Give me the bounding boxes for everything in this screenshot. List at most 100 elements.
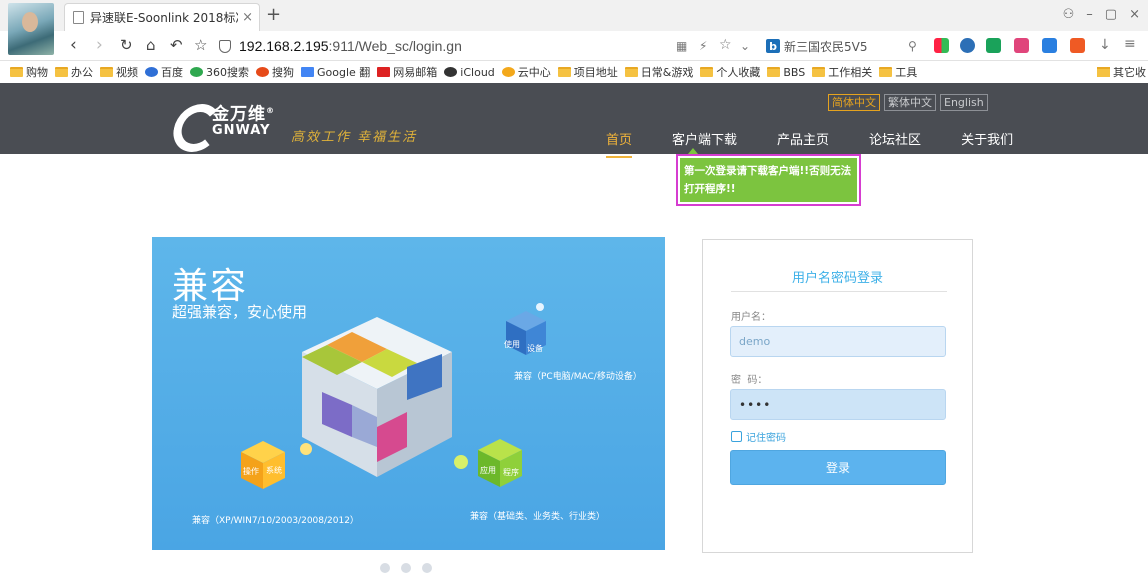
forward-icon[interactable]: › bbox=[96, 35, 103, 55]
carousel-dot[interactable] bbox=[401, 563, 411, 573]
login-title: 用户名密码登录 bbox=[791, 271, 883, 286]
decor-dot bbox=[536, 303, 544, 311]
bookmark-item[interactable]: 项目地址 bbox=[557, 64, 618, 80]
extension-s-icon[interactable] bbox=[960, 38, 975, 53]
remember-password-label: 记住密码 bbox=[746, 433, 786, 444]
nav-product-home[interactable]: 产品主页 bbox=[777, 129, 829, 148]
bookmark-item[interactable]: 购物 bbox=[10, 64, 48, 80]
maximize-button[interactable]: ▢ bbox=[1105, 7, 1117, 22]
lang-english[interactable]: English bbox=[940, 94, 988, 111]
bookmark-item[interactable]: BBS bbox=[767, 66, 805, 79]
tab-close-icon[interactable]: × bbox=[242, 10, 253, 25]
download-icon[interactable]: ↓ bbox=[1099, 37, 1111, 53]
bookmark-item[interactable]: 视频 bbox=[100, 64, 138, 80]
registered-mark: ® bbox=[266, 106, 275, 115]
favorite-icon[interactable]: ☆ bbox=[719, 37, 732, 53]
window-controls: ⚇ – ▢ × bbox=[1063, 7, 1140, 22]
reload-icon[interactable]: ↻ bbox=[120, 35, 133, 55]
bookmark-item[interactable]: iCloud bbox=[444, 66, 495, 79]
carousel-dot[interactable] bbox=[422, 563, 432, 573]
bookmark-item[interactable]: 工作相关 bbox=[812, 64, 872, 80]
username-input[interactable]: demo bbox=[730, 326, 946, 357]
logo-en-text: GNWAY bbox=[212, 122, 271, 138]
new-tab-button[interactable]: + bbox=[266, 6, 281, 24]
bookmarks-bar: 购物 办公 视频 百度 360搜索 搜狗 Google 翻 网易邮箱 iClou… bbox=[0, 61, 1148, 83]
nav-home[interactable]: 首页 bbox=[606, 129, 633, 158]
home-icon[interactable]: ⌂ bbox=[146, 35, 156, 55]
lang-simplified-chinese[interactable]: 简体中文 bbox=[828, 94, 880, 111]
app-cube-caption: 兼容（基础类、业务类、行业类） bbox=[470, 512, 606, 522]
search-text: 新三国农民5V5 bbox=[784, 39, 868, 54]
minimize-button[interactable]: – bbox=[1086, 7, 1093, 22]
bookmark-item[interactable]: 个人收藏 bbox=[700, 64, 760, 80]
star-icon[interactable]: ☆ bbox=[194, 35, 207, 55]
device-cube-caption: 兼容（PC电脑/MAC/移动设备） bbox=[514, 372, 642, 382]
slogan: 高效工作 幸福生活 bbox=[291, 130, 418, 145]
extension-hui-icon[interactable] bbox=[1070, 38, 1085, 53]
site-header: 金万维® GNWAY 高效工作 幸福生活 简体中文 繁体中文 English 首… bbox=[0, 83, 1148, 158]
chevron-down-icon[interactable]: ⌄ bbox=[740, 39, 750, 53]
os-cube-label-2: 系统 bbox=[266, 466, 282, 475]
bookmark-item[interactable]: 云中心 bbox=[501, 64, 551, 80]
tab-title: 异速联E-Soonlink 2018标准版 bbox=[90, 11, 238, 25]
checkbox-icon bbox=[731, 431, 742, 442]
carousel-dot[interactable] bbox=[380, 563, 390, 573]
os-cube-label-1: 操作 bbox=[243, 467, 259, 476]
skin-icon[interactable]: ⚇ bbox=[1063, 7, 1075, 22]
carousel-pagination bbox=[380, 563, 432, 573]
lightning-icon[interactable]: ⚡ bbox=[699, 39, 707, 53]
os-cube-caption: 兼容（XP/WIN7/10/2003/2008/2012） bbox=[192, 516, 359, 526]
gnway-logo-icon bbox=[172, 104, 206, 136]
bookmark-item[interactable]: 工具 bbox=[879, 64, 917, 80]
search-box[interactable]: b 新三国农民5V5 bbox=[766, 36, 922, 56]
back-icon[interactable]: ‹ bbox=[70, 35, 77, 55]
security-shield-icon bbox=[219, 39, 231, 53]
bookmark-item[interactable]: 百度 bbox=[145, 64, 183, 80]
bookmark-item[interactable]: 360搜索 bbox=[190, 64, 249, 80]
apps-grid-icon[interactable] bbox=[934, 38, 949, 53]
page-icon bbox=[73, 11, 84, 24]
user-avatar[interactable] bbox=[8, 3, 54, 55]
address-bar-row: ‹ › ↻ ⌂ ↶ ☆ 192.168.2.195:911/Web_sc/log… bbox=[0, 31, 1148, 61]
password-label: 密 码： bbox=[731, 375, 768, 386]
password-input[interactable]: •••• bbox=[730, 389, 946, 420]
extension-pen-icon[interactable] bbox=[1042, 38, 1057, 53]
login-button[interactable]: 登录 bbox=[730, 450, 946, 485]
rubik-cube-illustration bbox=[302, 317, 452, 477]
gnway-logo[interactable]: 金万维® GNWAY bbox=[172, 103, 275, 138]
url-text: 192.168.2.195:911/Web_sc/login.gn bbox=[239, 38, 462, 54]
nav-forum[interactable]: 论坛社区 bbox=[869, 129, 921, 148]
banner-subtitle: 超强兼容，安心使用 bbox=[172, 303, 308, 321]
browser-tab-strip: 异速联E-Soonlink 2018标准版 × + ⚇ – ▢ × bbox=[0, 0, 1148, 31]
device-cube-label-1: 使用 bbox=[504, 340, 520, 349]
nav-client-download[interactable]: 客户端下载 bbox=[672, 129, 737, 148]
undo-icon[interactable]: ↶ bbox=[170, 35, 183, 55]
search-icon[interactable]: ⚲ bbox=[908, 39, 917, 53]
lang-traditional-chinese[interactable]: 繁体中文 bbox=[884, 94, 936, 111]
decor-dot bbox=[454, 455, 468, 469]
bookmark-item[interactable]: Google 翻 bbox=[301, 64, 370, 80]
login-panel: 用户名密码登录 用户名： demo 密 码： •••• 记住密码 登录 bbox=[702, 239, 973, 553]
decor-dot bbox=[300, 443, 312, 455]
app-cube-label-1: 应用 bbox=[480, 466, 496, 475]
bookmark-other-folder[interactable]: 其它收 bbox=[1097, 61, 1148, 83]
bookmark-item[interactable]: 日常&游戏 bbox=[624, 64, 693, 80]
remember-password-checkbox[interactable]: 记住密码 bbox=[731, 429, 786, 444]
language-switcher: 简体中文 繁体中文 English bbox=[828, 94, 988, 111]
device-cube-label-2: 设备 bbox=[527, 344, 543, 353]
download-tooltip-text: 第一次登录请下载客户端!!否则无法打开程序!! bbox=[680, 158, 857, 202]
close-window-button[interactable]: × bbox=[1129, 7, 1140, 22]
username-value: demo bbox=[739, 335, 771, 348]
extension-shield-icon[interactable] bbox=[986, 38, 1001, 53]
bookmark-item[interactable]: 搜狗 bbox=[256, 64, 294, 80]
bookmark-item[interactable]: 办公 bbox=[55, 64, 93, 80]
browser-tab[interactable]: 异速联E-Soonlink 2018标准版 × bbox=[64, 3, 260, 31]
app-cube-label-2: 程序 bbox=[503, 468, 519, 477]
banner-carousel[interactable]: 兼容 超强兼容，安心使用 使用 设备 兼容（PC电脑/MAC/移动设备） 操作 … bbox=[152, 237, 665, 550]
qr-code-icon[interactable]: ▦ bbox=[676, 39, 687, 53]
menu-icon[interactable]: ≡ bbox=[1124, 36, 1136, 52]
download-tooltip: 第一次登录请下载客户端!!否则无法打开程序!! bbox=[676, 154, 861, 206]
bookmark-item[interactable]: 网易邮箱 bbox=[377, 64, 437, 80]
nav-about-us[interactable]: 关于我们 bbox=[961, 129, 1013, 148]
extension-note-icon[interactable] bbox=[1014, 38, 1029, 53]
